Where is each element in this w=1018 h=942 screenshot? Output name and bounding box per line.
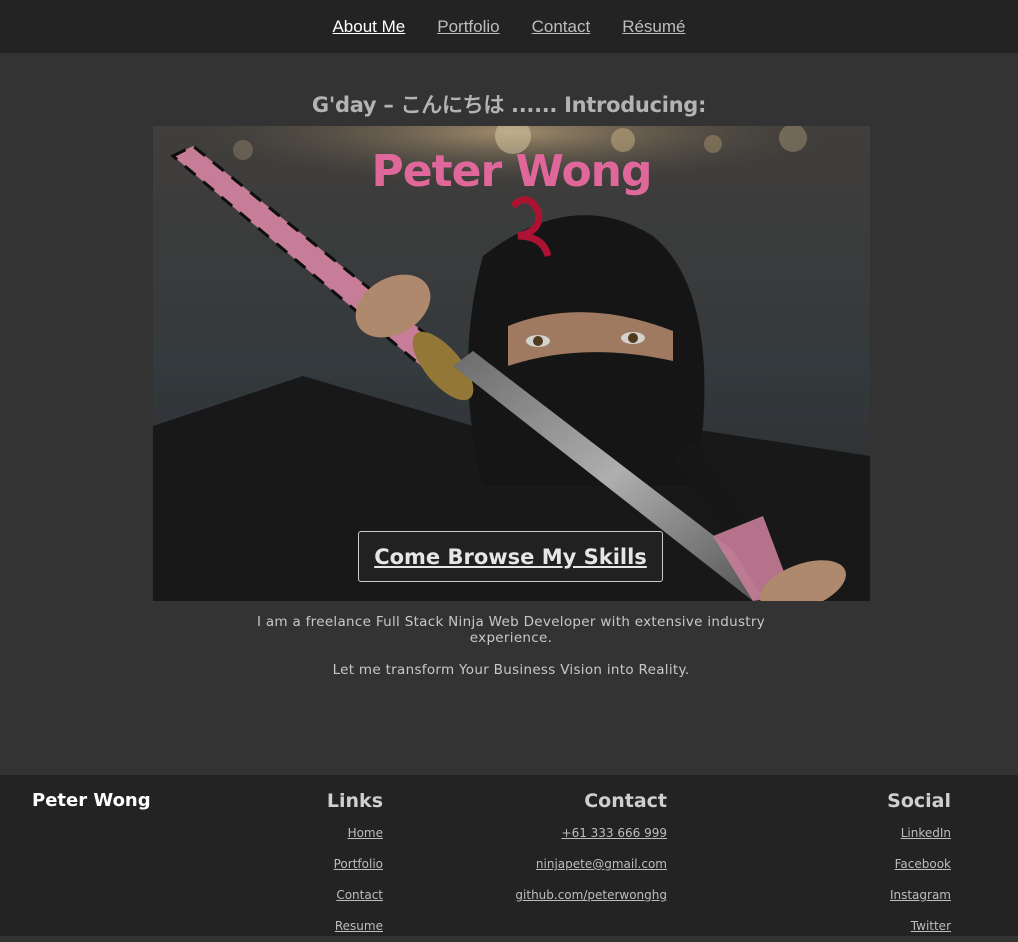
footer-contact-email[interactable]: ninjapete@gmail.com (515, 849, 667, 880)
nav-link-resume[interactable]: Résumé (622, 17, 685, 37)
footer: Peter Wong Links Home Portfolio Contact … (0, 775, 1018, 936)
footer-link-home[interactable]: Home (327, 818, 383, 849)
about-line-2: Let me transform Your Business Vision in… (332, 662, 690, 678)
footer-brand: Peter Wong (32, 790, 151, 811)
browse-skills-button[interactable]: Come Browse My Skills (358, 531, 663, 582)
footer-link-contact[interactable]: Contact (327, 880, 383, 911)
main-content: G'day – こんにちは ...... Introducing: Peter … (0, 53, 1018, 775)
footer-social-instagram[interactable]: Instagram (887, 880, 951, 911)
nav-link-contact[interactable]: Contact (532, 17, 591, 37)
footer-link-portfolio[interactable]: Portfolio (327, 849, 383, 880)
footer-contact-column: Contact +61 333 666 999 ninjapete@gmail.… (515, 790, 667, 911)
footer-link-resume[interactable]: Resume (327, 911, 383, 942)
hero-banner: Peter Wong Come Browse My Skills (153, 126, 870, 601)
about-description: I am a freelance Full Stack Ninja Web De… (255, 614, 767, 694)
footer-social-twitter[interactable]: Twitter (887, 911, 951, 942)
footer-links-column: Links Home Portfolio Contact Resume (327, 790, 383, 942)
hero-name: Peter Wong (371, 146, 653, 197)
footer-contact-title: Contact (584, 790, 667, 812)
footer-social-column: Social LinkedIn Facebook Instagram Twitt… (887, 790, 951, 942)
footer-social-linkedin[interactable]: LinkedIn (887, 818, 951, 849)
about-line-1: I am a freelance Full Stack Ninja Web De… (256, 614, 766, 646)
intro-heading: G'day – こんにちは ...... Introducing: (311, 93, 707, 117)
footer-contact-phone[interactable]: +61 333 666 999 (515, 818, 667, 849)
footer-social-facebook[interactable]: Facebook (887, 849, 951, 880)
nav-link-portfolio[interactable]: Portfolio (437, 17, 499, 37)
ninja-hero-image (153, 126, 870, 601)
top-navigation: About Me Portfolio Contact Résumé (0, 0, 1018, 53)
footer-links-title: Links (326, 790, 383, 812)
footer-social-title: Social (887, 790, 951, 812)
nav-link-about-me[interactable]: About Me (332, 17, 405, 37)
footer-contact-github[interactable]: github.com/peterwonghg (515, 880, 667, 911)
